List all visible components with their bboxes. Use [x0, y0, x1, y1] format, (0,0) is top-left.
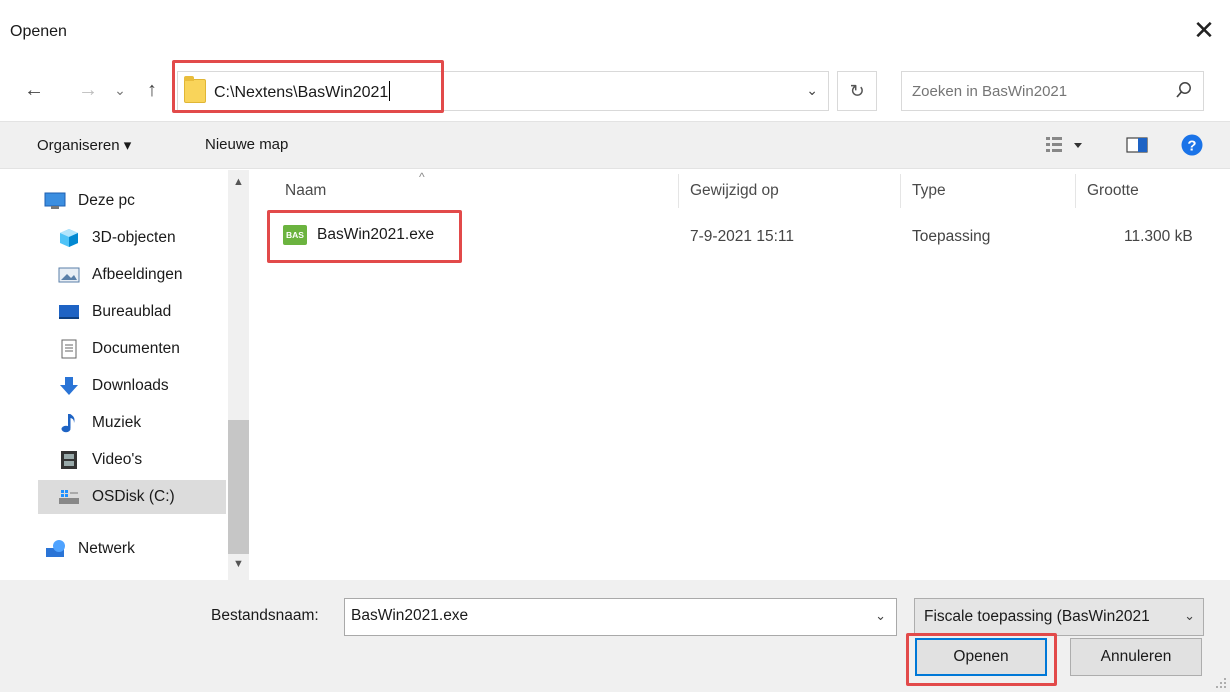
- preview-pane-button[interactable]: [1126, 136, 1148, 158]
- sidebar-item-label: Muziek: [92, 414, 142, 431]
- dialog-footer: Bestandsnaam: ⌄ Fiscale toepassing (BasW…: [0, 580, 1230, 692]
- network-icon: [46, 540, 65, 557]
- column-divider[interactable]: [900, 174, 901, 208]
- address-path: C:\Nextens\BasWin2021: [214, 84, 389, 101]
- recent-locations-chevron-icon[interactable]: ⌄: [112, 76, 128, 104]
- videos-icon: [61, 451, 77, 469]
- filetype-dropdown-chevron-icon[interactable]: ⌄: [1181, 608, 1195, 624]
- folder-icon: [184, 76, 206, 103]
- sidebar-item-label: Documenten: [92, 340, 180, 357]
- file-modified: 7-9-2021 15:11: [690, 228, 794, 245]
- help-icon: ?: [1181, 134, 1203, 156]
- filetype-value: Fiscale toepassing (BasWin2021: [924, 608, 1150, 625]
- filename-label: Bestandsnaam:: [211, 607, 319, 624]
- file-size: 11.300 kB: [1124, 228, 1193, 245]
- back-arrow-icon[interactable]: ←: [22, 76, 46, 104]
- preview-pane-icon: [1126, 137, 1148, 153]
- sidebar-item-this-pc[interactable]: Deze pc: [38, 184, 228, 218]
- details-view-icon: [1046, 137, 1082, 152]
- filetype-select[interactable]: Fiscale toepassing (BasWin2021 ⌄: [914, 598, 1204, 636]
- open-button[interactable]: Openen: [915, 638, 1047, 676]
- navigation-pane: Deze pc 3D-objecten Afbeeldingen Bureaub…: [0, 170, 249, 580]
- view-options-button[interactable]: [1045, 134, 1085, 160]
- column-header-modified[interactable]: Gewijzigd op: [690, 182, 779, 200]
- sidebar-item-label: Downloads: [92, 377, 169, 394]
- file-list: ^ Naam Gewijzigd op Type Grootte BAS Bas…: [249, 170, 1230, 580]
- music-icon: [61, 414, 75, 433]
- scroll-up-arrow-icon[interactable]: ▲: [228, 176, 249, 196]
- sidebar-item-label: Deze pc: [78, 192, 135, 209]
- sidebar-item-3d-objects[interactable]: 3D-objecten: [52, 221, 242, 255]
- filename-combo[interactable]: ⌄: [344, 598, 897, 636]
- address-dropdown-chevron-icon[interactable]: ⌄: [806, 82, 818, 99]
- forward-arrow-icon[interactable]: →: [76, 76, 100, 104]
- svg-text:?: ?: [1187, 138, 1196, 155]
- sidebar-item-network[interactable]: Netwerk: [38, 532, 228, 566]
- pictures-icon: [58, 267, 80, 283]
- sidebar-item-label: Afbeeldingen: [92, 266, 183, 283]
- sidebar-item-label: Video's: [92, 451, 143, 468]
- sidebar-item-label: Netwerk: [78, 540, 135, 557]
- organize-menu-button[interactable]: Organiseren ▾: [37, 136, 131, 154]
- file-name[interactable]: BasWin2021.exe: [317, 226, 434, 244]
- search-box[interactable]: [901, 71, 1204, 111]
- documents-icon: [61, 339, 77, 359]
- sidebar-item-music[interactable]: Muziek: [52, 406, 242, 440]
- cancel-button[interactable]: Annuleren: [1070, 638, 1202, 676]
- pc-icon: [44, 192, 66, 209]
- scroll-down-arrow-icon[interactable]: ▼: [228, 558, 249, 578]
- sidebar-item-downloads[interactable]: Downloads: [52, 369, 242, 403]
- filename-dropdown-chevron-icon[interactable]: ⌄: [875, 608, 886, 624]
- drive-icon: [59, 490, 79, 504]
- up-arrow-icon[interactable]: ↑: [140, 76, 164, 104]
- navigation-pane-scrollbar[interactable]: ▲ ▼: [228, 170, 249, 580]
- exe-app-icon: BAS: [283, 225, 307, 245]
- sidebar-item-documents[interactable]: Documenten: [52, 332, 242, 366]
- column-divider[interactable]: [678, 174, 679, 208]
- filename-input[interactable]: [345, 599, 865, 633]
- scrollbar-thumb[interactable]: [228, 420, 249, 554]
- new-folder-button[interactable]: Nieuwe map: [205, 136, 288, 153]
- sidebar-item-osdisk[interactable]: OSDisk (C:): [38, 480, 226, 514]
- title-bar: Openen ✕: [0, 0, 1230, 66]
- text-caret: [389, 81, 391, 101]
- command-bar: Organiseren ▾ Nieuwe map ?: [0, 121, 1230, 169]
- sidebar-item-pictures[interactable]: Afbeeldingen: [52, 258, 242, 292]
- navigation-bar: ← → ⌄ ↑ C:\Nextens\BasWin2021 ⌄ ↻: [0, 66, 1230, 118]
- desktop-icon: [59, 305, 79, 319]
- search-icon[interactable]: [1175, 81, 1193, 101]
- file-type: Toepassing: [912, 228, 991, 245]
- column-divider[interactable]: [1075, 174, 1076, 208]
- column-header-size[interactable]: Grootte: [1087, 182, 1139, 200]
- search-input[interactable]: [902, 72, 1142, 110]
- sidebar-item-label: OSDisk (C:): [92, 488, 175, 505]
- sidebar-item-desktop[interactable]: Bureaublad: [52, 295, 242, 329]
- sidebar-item-label: Bureaublad: [92, 303, 172, 320]
- resize-grip-icon[interactable]: [1215, 677, 1227, 689]
- downloads-icon: [60, 377, 78, 395]
- address-bar[interactable]: C:\Nextens\BasWin2021 ⌄: [177, 71, 829, 111]
- help-button[interactable]: ?: [1181, 134, 1203, 160]
- column-header-name[interactable]: Naam: [285, 182, 326, 200]
- refresh-icon[interactable]: ↻: [837, 71, 877, 111]
- dialog-title: Openen: [10, 23, 67, 40]
- column-header-type[interactable]: Type: [912, 182, 946, 200]
- sort-ascending-icon: ^: [419, 170, 425, 184]
- sidebar-item-videos[interactable]: Video's: [52, 443, 242, 477]
- 3d-objects-icon: [60, 229, 78, 247]
- sidebar-item-label: 3D-objecten: [92, 229, 176, 246]
- close-icon[interactable]: ✕: [1190, 16, 1218, 44]
